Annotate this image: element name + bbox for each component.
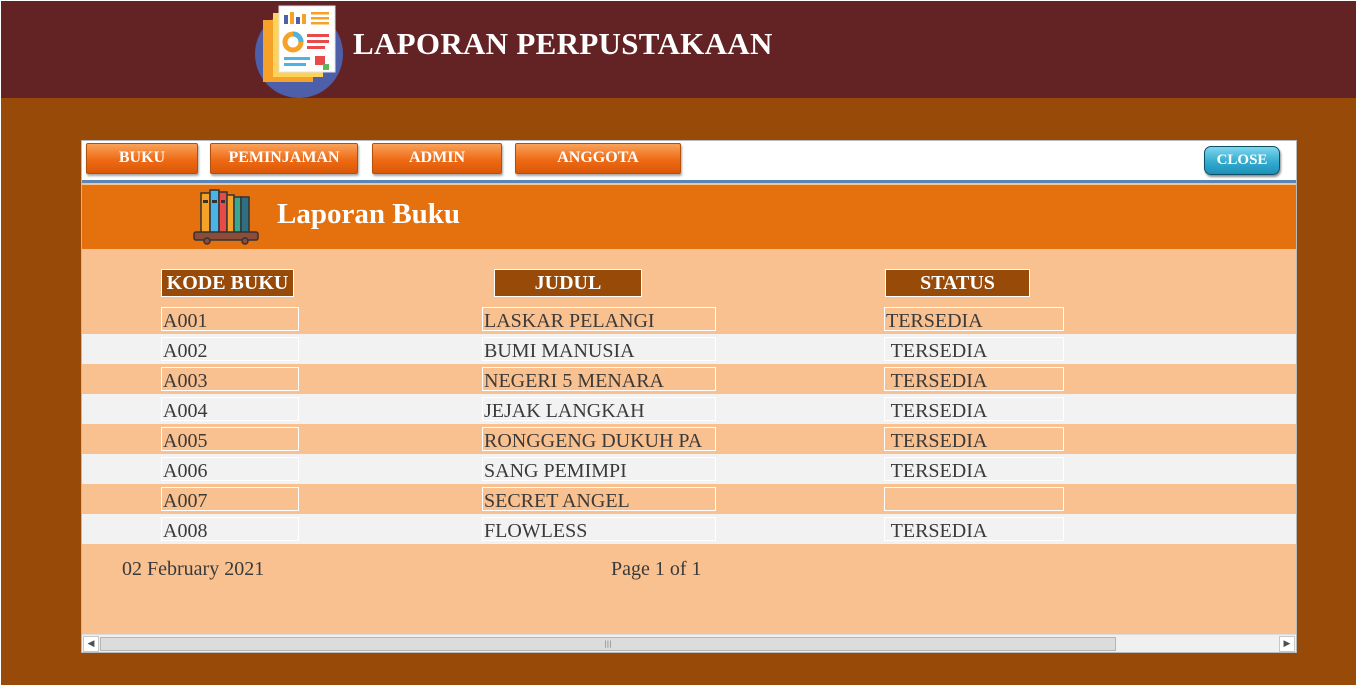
admin-button[interactable]: ADMIN xyxy=(372,143,502,174)
table-row: A003 NEGERI 5 MENARA TERSEDIA xyxy=(82,364,1296,394)
table-row: A002 BUMI MANUSIA TERSEDIA xyxy=(82,334,1296,364)
cell-status: TERSEDIA xyxy=(884,397,1064,421)
cell-status: TERSEDIA xyxy=(884,427,1064,451)
cell-kode-buku: A003 xyxy=(161,367,299,391)
column-header-status: STATUS xyxy=(885,269,1030,297)
scroll-left-icon[interactable]: ◀ xyxy=(83,636,99,652)
table-row: A001 LASKAR PELANGI TERSEDIA xyxy=(82,304,1296,334)
horizontal-scrollbar[interactable]: ◀ ||| ▶ xyxy=(82,634,1296,652)
close-button[interactable]: CLOSE xyxy=(1204,146,1280,175)
title-bar: LAPORAN PERPUSTAKAAN xyxy=(1,1,1356,98)
report-panel: BUKU PEMINJAMAN ADMIN ANGGOTA CLOSE Lapo… xyxy=(81,140,1297,653)
report-date: 02 February 2021 xyxy=(122,558,265,580)
cell-status: TERSEDIA xyxy=(884,337,1064,361)
cell-status xyxy=(884,487,1064,511)
peminjaman-button[interactable]: PEMINJAMAN xyxy=(210,143,358,174)
cell-kode-buku: A002 xyxy=(161,337,299,361)
column-header-kode-buku: KODE BUKU xyxy=(161,269,294,297)
cell-kode-buku: A005 xyxy=(161,427,299,451)
cell-kode-buku: A004 xyxy=(161,397,299,421)
page-number: Page 1 of 1 xyxy=(611,558,702,580)
report-header: Laporan Buku xyxy=(82,185,1296,249)
buku-button[interactable]: BUKU xyxy=(86,143,198,174)
cell-kode-buku: A001 xyxy=(161,307,299,331)
report-title: Laporan Buku xyxy=(277,198,460,230)
cell-judul: SANG PEMIMPI xyxy=(482,457,716,481)
cell-judul: LASKAR PELANGI xyxy=(482,307,716,331)
cell-kode-buku: A006 xyxy=(161,457,299,481)
table-row: A007 SECRET ANGEL xyxy=(82,484,1296,514)
menu-bar: BUKU PEMINJAMAN ADMIN ANGGOTA CLOSE xyxy=(82,141,1296,183)
bookshelf-icon xyxy=(193,189,259,245)
scroll-right-icon[interactable]: ▶ xyxy=(1279,636,1295,652)
cell-judul: RONGGENG DUKUH PA xyxy=(482,427,716,451)
cell-judul: SECRET ANGEL xyxy=(482,487,716,511)
cell-judul: BUMI MANUSIA xyxy=(482,337,716,361)
table-row: A004 JEJAK LANGKAH TERSEDIA xyxy=(82,394,1296,424)
table-row: A008 FLOWLESS TERSEDIA xyxy=(82,514,1296,544)
table-row: A005 RONGGENG DUKUH PA TERSEDIA xyxy=(82,424,1296,454)
table-row: A006 SANG PEMIMPI TERSEDIA xyxy=(82,454,1296,484)
report-document-icon xyxy=(255,5,343,98)
column-header-judul: JUDUL xyxy=(494,269,642,297)
cell-status: TERSEDIA xyxy=(884,367,1064,391)
cell-kode-buku: A007 xyxy=(161,487,299,511)
cell-judul: FLOWLESS xyxy=(482,517,716,541)
app-title: LAPORAN PERPUSTAKAAN xyxy=(353,26,773,61)
application-window: LAPORAN PERPUSTAKAAN BUKU PEMINJAMAN ADM… xyxy=(1,1,1356,685)
anggota-button[interactable]: ANGGOTA xyxy=(515,143,681,174)
cell-status: TERSEDIA xyxy=(884,307,1064,331)
cell-kode-buku: A008 xyxy=(161,517,299,541)
cell-judul: JEJAK LANGKAH xyxy=(482,397,716,421)
cell-status: TERSEDIA xyxy=(884,517,1064,541)
cell-status: TERSEDIA xyxy=(884,457,1064,481)
scroll-thumb[interactable]: ||| xyxy=(100,637,1116,651)
cell-judul: NEGERI 5 MENARA xyxy=(482,367,716,391)
